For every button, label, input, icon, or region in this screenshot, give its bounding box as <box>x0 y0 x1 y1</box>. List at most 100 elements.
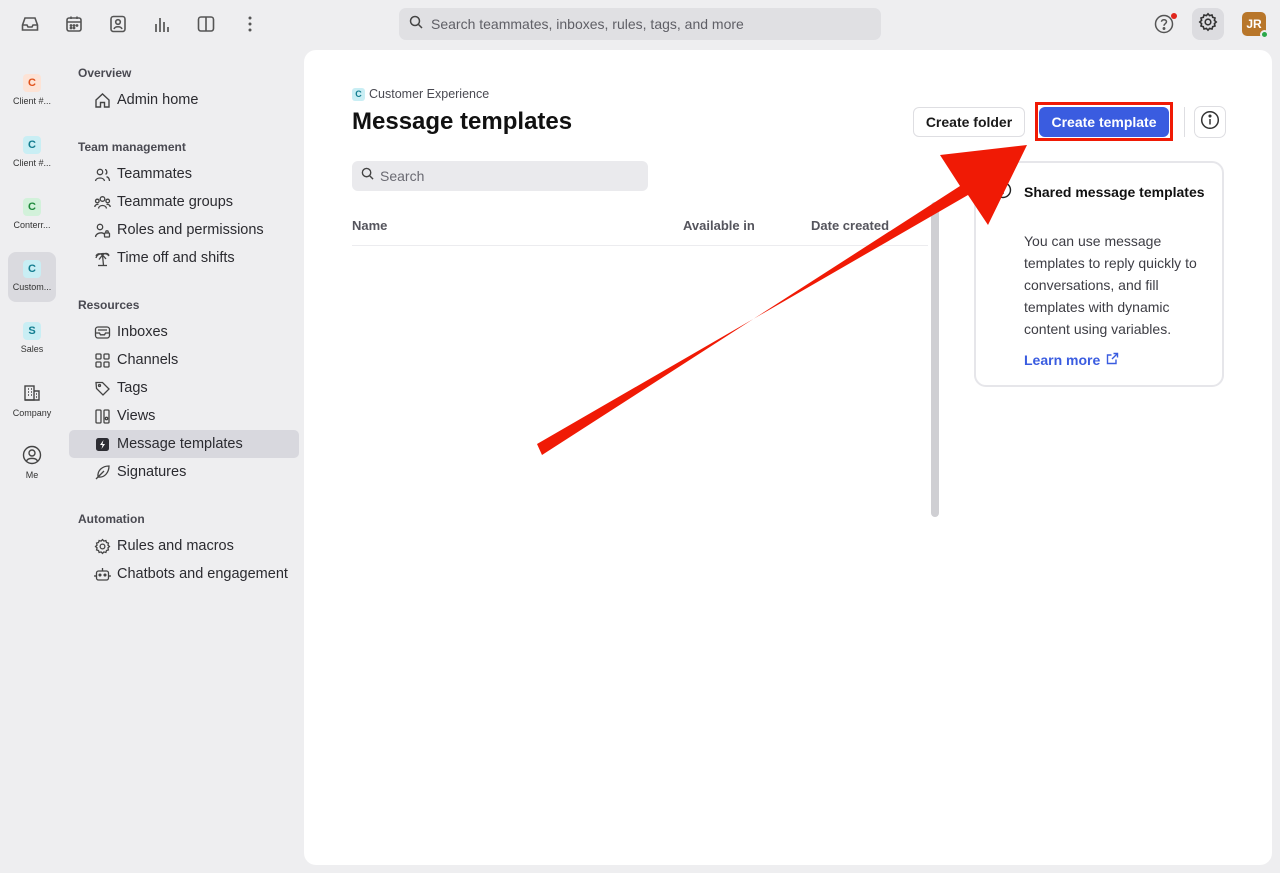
rail-item-sales[interactable]: S Sales <box>8 314 56 364</box>
views-icon <box>93 407 111 425</box>
column-header-date-created[interactable]: Date created <box>811 218 889 233</box>
workspace-badge: C <box>23 74 41 92</box>
divider <box>1184 107 1185 137</box>
nav-item-message-templates[interactable]: Message templates <box>69 430 299 458</box>
nav-item-label: Tags <box>117 380 148 396</box>
nav-item-teammate-groups[interactable]: Teammate groups <box>69 188 299 216</box>
workspace-badge: C <box>352 87 365 101</box>
calendar-icon[interactable] <box>62 12 86 36</box>
rail-item-label: Custom... <box>12 282 52 292</box>
nav-item-label: Channels <box>117 352 179 368</box>
nav-item-inboxes[interactable]: Inboxes <box>69 318 299 346</box>
nav-item-label: Admin home <box>117 92 199 108</box>
info-icon <box>1200 110 1220 135</box>
feather-icon <box>93 463 111 481</box>
nav-item-label: Chatbots and engagement <box>117 566 288 582</box>
users-icon <box>93 165 111 183</box>
info-button[interactable] <box>1194 106 1226 138</box>
nav-item-rules[interactable]: Rules and macros <box>69 532 299 560</box>
nav-item-views[interactable]: Views <box>69 402 299 430</box>
nav-item-channels[interactable]: Channels <box>69 346 299 374</box>
avatar-initials: JR <box>1246 17 1262 31</box>
main-panel: C Customer Experience Message templates … <box>304 50 1272 865</box>
column-header-name[interactable]: Name <box>352 218 387 233</box>
help-icon[interactable] <box>1152 12 1177 36</box>
scrollbar[interactable] <box>931 202 939 517</box>
analytics-icon[interactable] <box>150 12 174 36</box>
rail-item-label: Company <box>12 408 52 418</box>
info-card: Shared message templates You can use mes… <box>974 161 1224 387</box>
group-icon <box>93 193 111 211</box>
rail-item-label: Conterr... <box>13 220 51 230</box>
inbox-icon[interactable] <box>18 12 42 36</box>
global-search[interactable] <box>399 8 881 40</box>
search-icon <box>361 167 374 185</box>
nav-item-label: Teammate groups <box>117 194 234 210</box>
info-card-text: You can use message templates to reply q… <box>1024 233 1197 337</box>
user-circle-icon <box>21 444 43 466</box>
learn-more-link[interactable]: Learn more <box>1024 352 1119 368</box>
nav-item-signatures[interactable]: Signatures <box>69 458 299 486</box>
nav-item-admin-home[interactable]: Admin home <box>69 86 299 114</box>
rail-item-label: Me <box>25 470 39 480</box>
rail-item-label: Client #... <box>12 96 52 106</box>
nav-item-chatbots[interactable]: Chatbots and engagement <box>69 560 299 588</box>
building-icon <box>21 382 43 404</box>
info-card-title: Shared message templates <box>1024 184 1205 200</box>
table-header: Name Available in Date created <box>352 218 928 246</box>
nav-item-label: Rules and macros <box>117 538 234 554</box>
nav-item-time-off[interactable]: Time off and shifts <box>69 244 299 272</box>
search-icon <box>409 15 423 34</box>
palm-tree-icon <box>93 249 111 267</box>
user-lock-icon <box>93 221 111 239</box>
settings-button[interactable] <box>1192 8 1224 40</box>
global-search-input[interactable] <box>431 16 861 32</box>
page-title: Message templates <box>352 108 573 135</box>
nav-item-label: Teammates <box>117 166 192 182</box>
workspace-badge: S <box>23 322 41 340</box>
column-header-available-in[interactable]: Available in <box>683 218 755 233</box>
nav-item-label: Time off and shifts <box>117 250 235 266</box>
avatar[interactable]: JR <box>1242 12 1269 39</box>
external-link-icon <box>1106 352 1119 368</box>
bot-icon <box>93 565 111 583</box>
nav-section-team: Team management <box>78 140 186 154</box>
template-search-input[interactable] <box>380 168 630 184</box>
rail-item-company[interactable]: Company <box>8 376 56 426</box>
split-view-icon[interactable] <box>194 12 218 36</box>
nav-item-label: Roles and permissions <box>117 222 264 238</box>
nav-section-resources: Resources <box>78 298 140 312</box>
rail-item-client-1[interactable]: C Client #... <box>8 66 56 116</box>
nav-section-automation: Automation <box>78 512 145 526</box>
online-status-dot <box>1260 30 1269 39</box>
notification-dot <box>1171 13 1177 19</box>
more-icon[interactable] <box>238 12 262 36</box>
nav-item-teammates[interactable]: Teammates <box>69 160 299 188</box>
rail-item-conterr[interactable]: C Conterr... <box>8 190 56 240</box>
breadcrumb[interactable]: C Customer Experience <box>352 87 489 101</box>
rail-item-label: Client #... <box>12 158 52 168</box>
create-folder-button[interactable]: Create folder <box>913 107 1025 137</box>
nav-item-tags[interactable]: Tags <box>69 374 299 402</box>
nav-item-label: Message templates <box>117 436 243 452</box>
nav-item-roles[interactable]: Roles and permissions <box>69 216 299 244</box>
workspace-badge: C <box>23 136 41 154</box>
nav-item-label: Views <box>117 408 156 424</box>
workspace-badge: C <box>23 260 41 278</box>
top-bar: JR <box>0 0 1280 50</box>
tag-icon <box>93 379 111 397</box>
contacts-icon[interactable] <box>106 12 130 36</box>
create-template-button[interactable]: Create template <box>1039 107 1169 137</box>
grid-icon <box>93 351 111 369</box>
rail-item-me[interactable]: Me <box>8 438 56 488</box>
nav-section-overview: Overview <box>78 66 132 80</box>
rail-item-customer[interactable]: C Custom... <box>8 252 56 302</box>
home-icon <box>93 91 111 109</box>
rail-item-client-2[interactable]: C Client #... <box>8 128 56 178</box>
info-icon <box>994 181 1012 199</box>
template-bolt-icon <box>93 435 111 453</box>
column-header-date-wrap: Date created <box>811 218 908 236</box>
nav-item-label: Inboxes <box>117 324 168 340</box>
breadcrumb-label: Customer Experience <box>369 87 490 101</box>
template-search[interactable] <box>352 161 648 191</box>
